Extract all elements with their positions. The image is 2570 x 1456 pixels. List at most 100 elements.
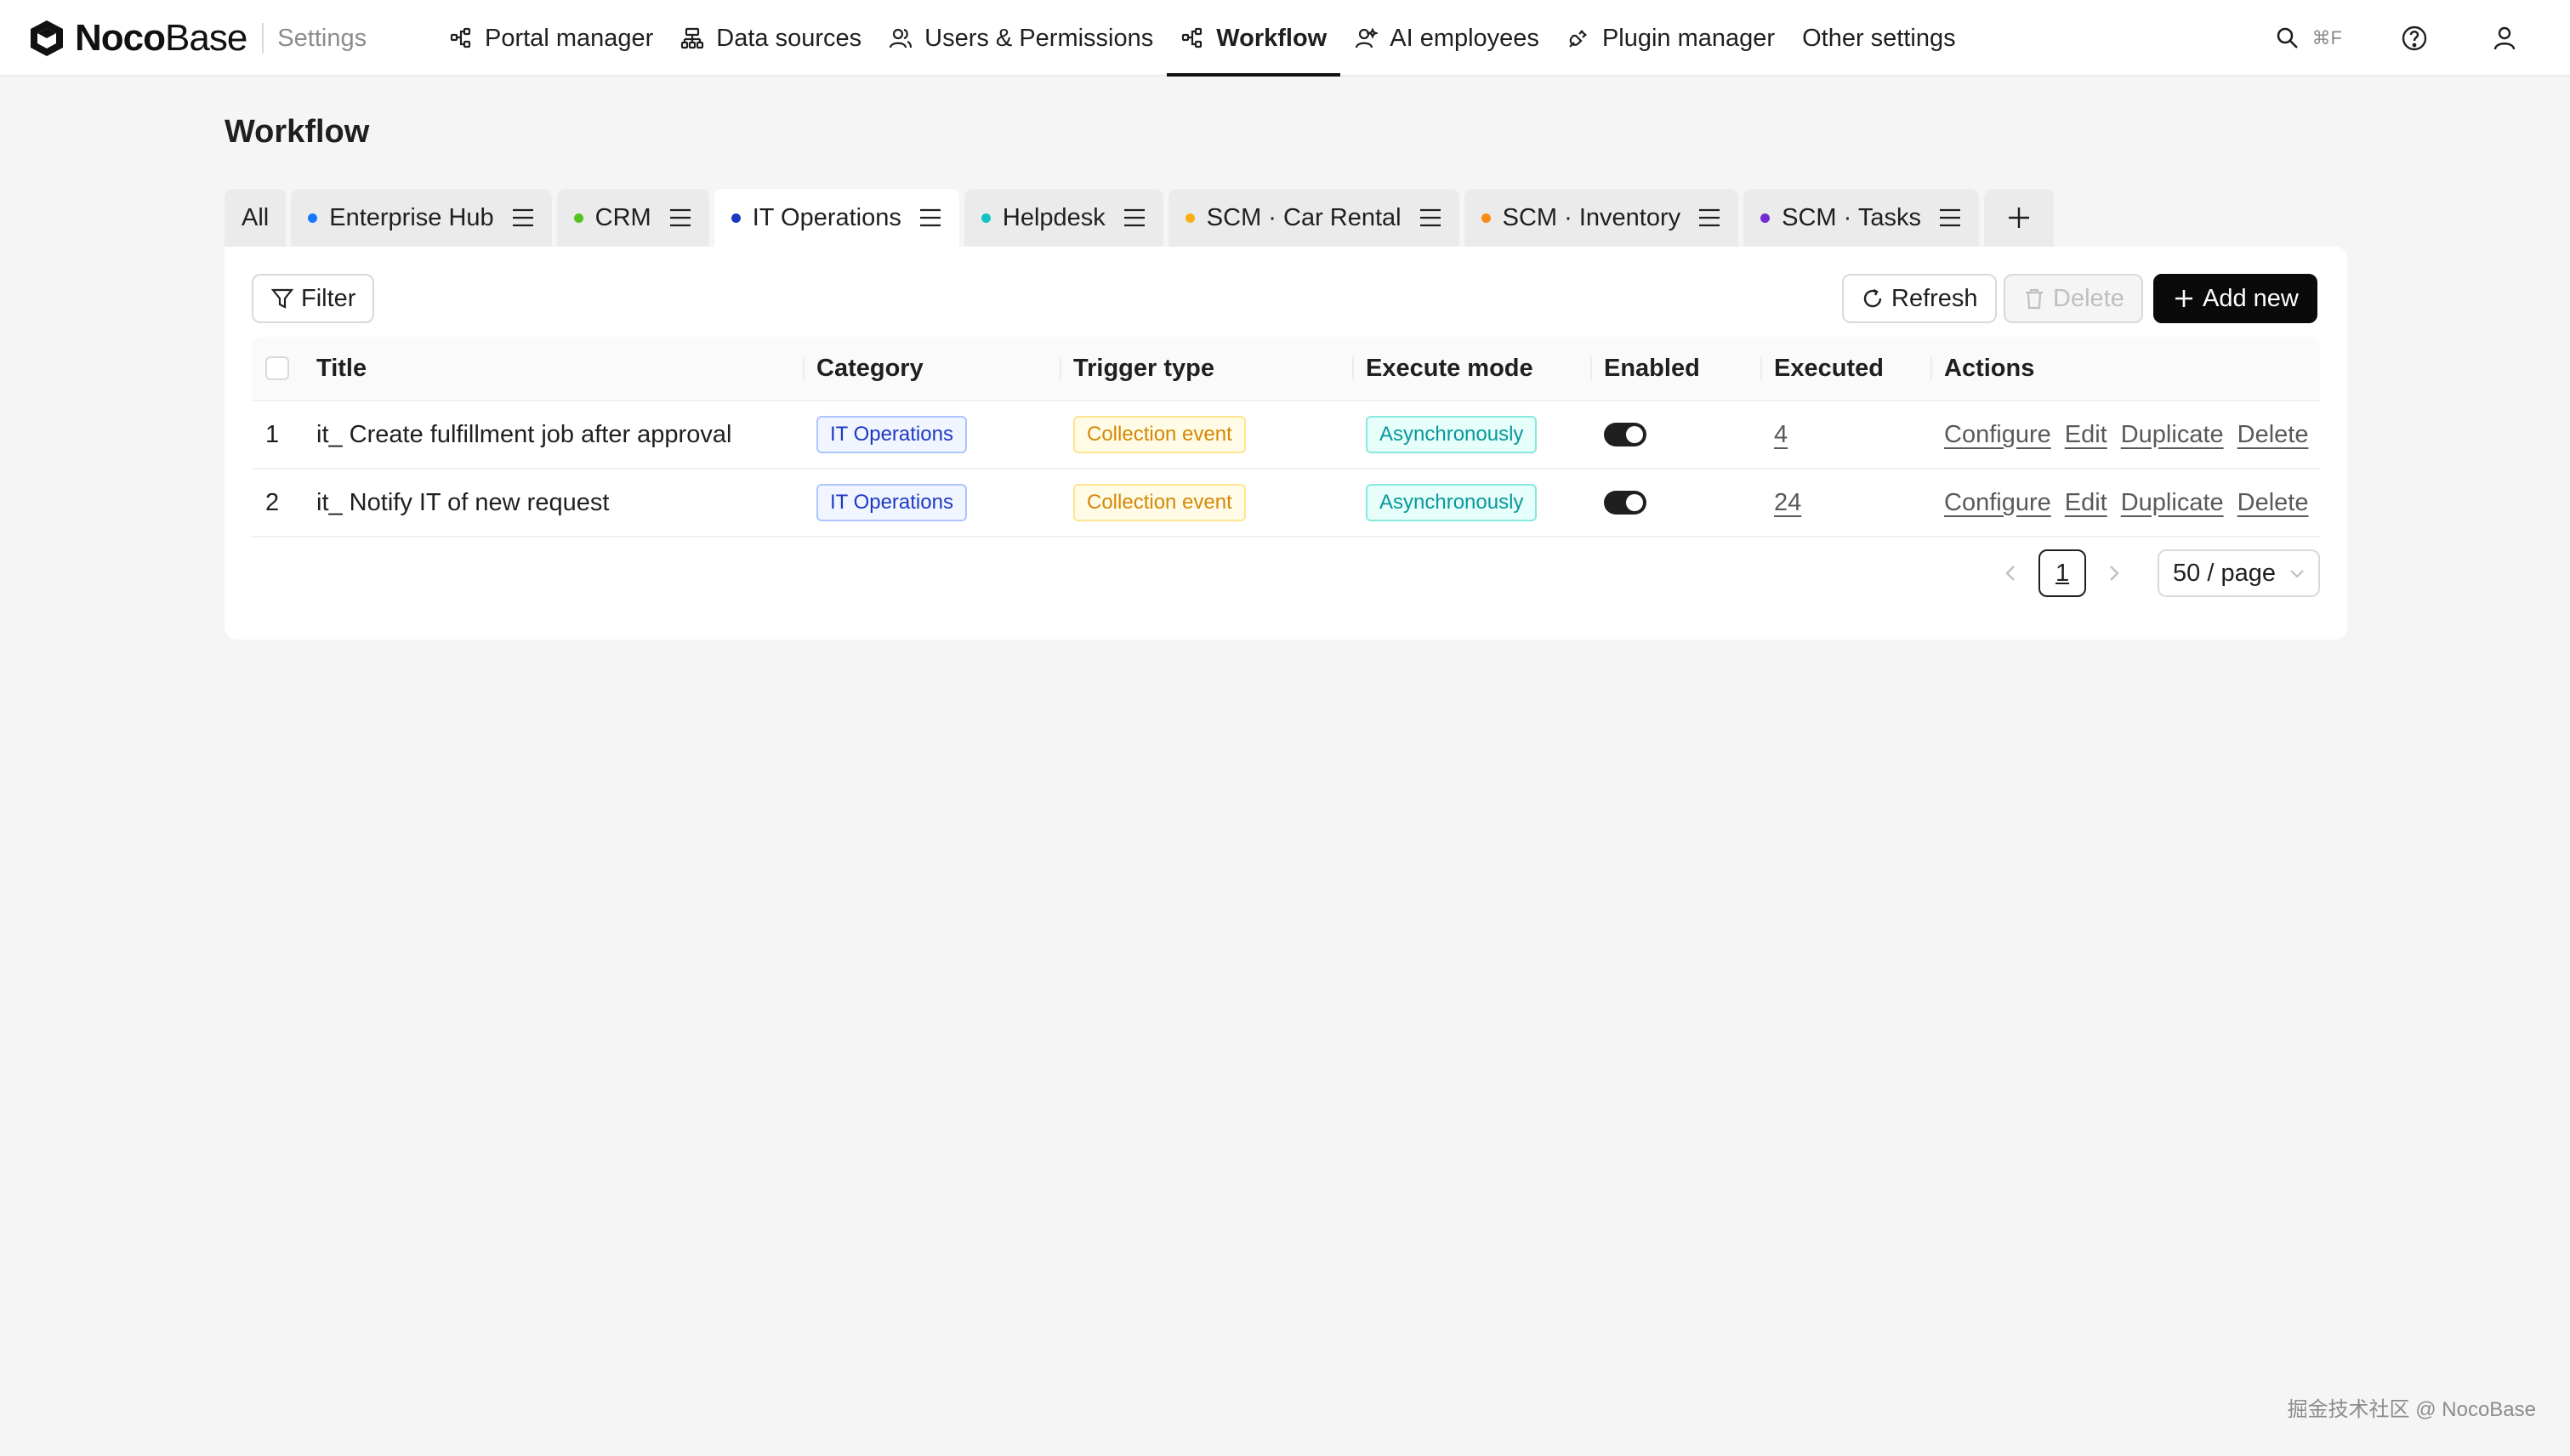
refresh-icon <box>1863 288 1882 308</box>
delete-link[interactable]: Delete <box>2237 421 2309 449</box>
select-all-checkbox[interactable] <box>265 356 289 380</box>
configure-link[interactable]: Configure <box>1944 489 2051 517</box>
duplicate-link[interactable]: Duplicate <box>2121 421 2224 449</box>
add-new-label: Add new <box>2203 284 2299 312</box>
plus-icon <box>2008 208 2029 228</box>
nav-label: Workflow <box>1216 24 1328 52</box>
tab-label: SCM · Tasks <box>1782 203 1921 231</box>
menu-icon[interactable] <box>1123 208 1146 228</box>
tab-color-dot <box>731 213 741 223</box>
refresh-button[interactable]: Refresh <box>1842 274 1997 323</box>
filter-button[interactable]: Filter <box>252 274 375 323</box>
table-row: 1 it_ Create fulfillment job after appro… <box>252 401 2320 469</box>
global-search-button[interactable]: ⌘F <box>2275 26 2342 51</box>
enabled-cell <box>1590 469 1760 537</box>
select-all-cell <box>252 336 303 401</box>
add-tab-button[interactable] <box>1983 189 2054 247</box>
tab-label: Helpdesk <box>1002 203 1106 231</box>
tab-scm-tasks[interactable]: SCM · Tasks <box>1743 189 1979 247</box>
nav-label: Data sources <box>716 24 862 52</box>
menu-icon[interactable] <box>1938 208 1962 228</box>
filter-icon <box>270 288 294 309</box>
tab-color-dot <box>981 213 991 223</box>
table-header: Title Category Trigger type Execute mode… <box>252 337 2320 401</box>
chevron-left-icon[interactable] <box>2001 563 2021 583</box>
configure-link[interactable]: Configure <box>1944 421 2051 449</box>
menu-icon[interactable] <box>668 208 692 228</box>
nav-plugin-manager[interactable]: Plugin manager <box>1553 0 1788 77</box>
trigger-cell: Collection event <box>1060 401 1352 469</box>
mode-cell: Asynchronously <box>1352 401 1590 469</box>
workflow-icon <box>1182 27 1203 48</box>
ai-employee-icon <box>1356 27 1379 48</box>
delete-button[interactable]: Delete <box>2004 274 2143 323</box>
help-icon[interactable] <box>2400 24 2429 53</box>
category-tabs: All Enterprise Hub CRM IT Operations Hel… <box>225 189 2059 247</box>
user-icon[interactable] <box>2490 24 2519 53</box>
execute-mode-tag: Asynchronously <box>1366 484 1538 521</box>
menu-icon[interactable] <box>1419 208 1442 228</box>
tab-scm-car-rental[interactable]: SCM · Car Rental <box>1168 189 1459 247</box>
tab-color-dot <box>1760 213 1771 223</box>
tab-scm-inventory[interactable]: SCM · Inventory <box>1464 189 1739 247</box>
category-cell: IT Operations <box>803 401 1060 469</box>
menu-icon[interactable] <box>918 208 942 228</box>
executed-count-link[interactable]: 24 <box>1774 489 1801 517</box>
search-icon <box>2277 27 2298 48</box>
nav-workflow[interactable]: Workflow <box>1167 0 1341 77</box>
tab-color-dot <box>1481 213 1491 223</box>
trash-icon <box>2026 288 2043 310</box>
delete-label: Delete <box>2053 284 2124 312</box>
nav-ai-employees[interactable]: AI employees <box>1340 0 1553 77</box>
execute-mode-tag: Asynchronously <box>1366 416 1538 453</box>
nav-data-sources[interactable]: Data sources <box>667 0 875 77</box>
nav-other-settings[interactable]: Other settings <box>1788 0 1970 77</box>
enabled-toggle[interactable] <box>1604 491 1646 515</box>
menu-icon[interactable] <box>1697 208 1721 228</box>
nav-label: Other settings <box>1802 24 1956 52</box>
search-shortcut: ⌘F <box>2311 27 2342 48</box>
page-size-value: 50 / page <box>2173 559 2276 587</box>
column-title: Title <box>316 354 367 382</box>
enabled-cell <box>1590 401 1760 469</box>
actions-cell: Configure Edit Duplicate Delete <box>1930 469 2320 537</box>
tab-it-operations[interactable]: IT Operations <box>714 189 959 247</box>
tab-color-dot <box>308 213 318 223</box>
edit-link[interactable]: Edit <box>2065 489 2107 517</box>
chevron-right-icon[interactable] <box>2103 563 2124 583</box>
database-icon <box>681 27 704 49</box>
tab-all[interactable]: All <box>225 189 287 247</box>
column-category: Category <box>803 336 1060 401</box>
tab-color-dot <box>573 213 583 223</box>
brand-name-light: Base <box>165 17 247 59</box>
tab-enterprise-hub[interactable]: Enterprise Hub <box>291 189 552 247</box>
duplicate-link[interactable]: Duplicate <box>2121 489 2224 517</box>
page-number-button[interactable]: 1 <box>2038 549 2087 597</box>
table-row: 2 it_ Notify IT of new request IT Operat… <box>252 469 2320 537</box>
workflow-card: Filter Refresh Delete Add new Title Cate… <box>225 247 2347 640</box>
nav-label: AI employees <box>1390 24 1539 52</box>
menu-icon[interactable] <box>511 208 535 228</box>
tab-helpdesk[interactable]: Helpdesk <box>964 189 1163 247</box>
trigger-type-tag: Collection event <box>1073 416 1246 453</box>
nav-users-permissions[interactable]: Users & Permissions <box>875 0 1167 77</box>
trigger-type-tag: Collection event <box>1073 484 1246 521</box>
category-cell: IT Operations <box>803 469 1060 537</box>
enabled-toggle[interactable] <box>1604 423 1646 446</box>
workflow-table: Title Category Trigger type Execute mode… <box>252 337 2320 537</box>
tab-color-dot <box>1185 213 1195 223</box>
page-size-select[interactable]: 50 / page <box>2158 549 2320 597</box>
watermark: 掘金技术社区 @ NocoBase <box>2287 1398 2536 1421</box>
row-index: 2 <box>265 488 280 516</box>
delete-link[interactable]: Delete <box>2237 489 2309 517</box>
mode-cell: Asynchronously <box>1352 469 1590 537</box>
top-right-tools: ⌘F <box>2275 0 2519 77</box>
nav-portal-manager[interactable]: Portal manager <box>435 0 667 77</box>
users-icon <box>890 28 913 48</box>
tab-crm[interactable]: CRM <box>556 189 709 247</box>
brand-logo[interactable]: NocoBase Settings <box>26 17 367 60</box>
add-new-button[interactable]: Add new <box>2153 274 2317 323</box>
edit-link[interactable]: Edit <box>2065 421 2107 449</box>
executed-count-link[interactable]: 4 <box>1774 421 1788 449</box>
category-tag: IT Operations <box>816 484 967 521</box>
